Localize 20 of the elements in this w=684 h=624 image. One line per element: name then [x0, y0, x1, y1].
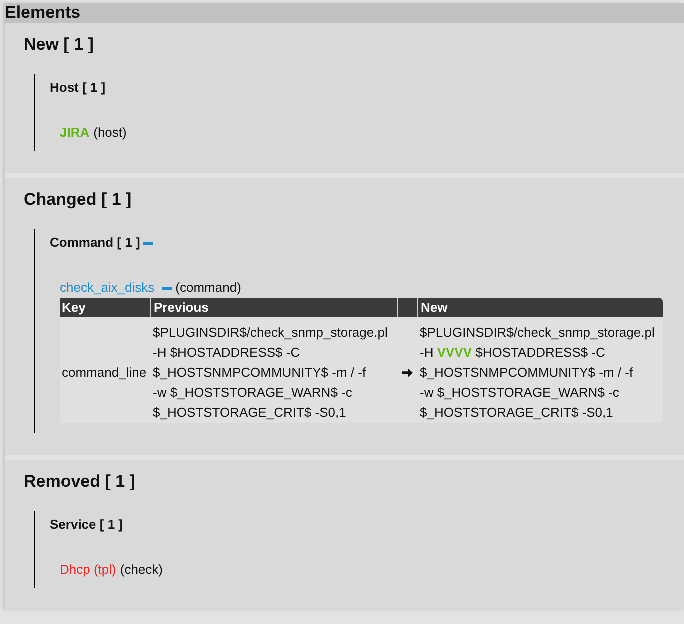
group-title: Service [ 1 ]	[50, 517, 123, 533]
arrow-right-icon	[402, 368, 412, 378]
table-cell-text: command_line	[61, 364, 148, 382]
table-cell-text: $PLUGINSDIR$/check_snmp_storage.pl -H VVVV $HOSTADDRESS$ -C $_HOSTSNMPCOMMUNITY$ -m / -f -w $_HOSTSTORAGE_WARN$ -c $_HOSTSTORAGE_CRIT$ -S0,1	[419, 324, 656, 422]
item-type: (command)	[176, 280, 242, 296]
column-header: Key	[61, 299, 87, 317]
item-name: Dhcp (tpl)	[60, 562, 116, 578]
section-title: Changed [ 1 ]	[24, 190, 132, 209]
item-name: JIRA	[60, 125, 90, 141]
item-type: (check)	[120, 562, 163, 578]
item-type: (host)	[94, 125, 127, 141]
section-title: Removed [ 1 ]	[24, 472, 136, 491]
group-title: Command [ 1 ]	[50, 235, 140, 251]
header-title: Elements	[5, 3, 81, 23]
minus-icon[interactable]	[162, 286, 172, 290]
item-link[interactable]: check_aix_disks	[60, 280, 155, 296]
group-title: Host [ 1 ]	[50, 80, 106, 96]
section-title: New [ 1 ]	[24, 35, 94, 54]
minus-icon[interactable]	[143, 242, 154, 244]
table-cell-text: $PLUGINSDIR$/check_snmp_storage.pl -H $HOSTADDRESS$ -C $_HOSTSNMPCOMMUNITY$ -m / -f -w $_HOSTSTORAGE_WARN$ -c $_HOSTSTORAGE_CRIT$ -S0,1	[152, 324, 389, 422]
